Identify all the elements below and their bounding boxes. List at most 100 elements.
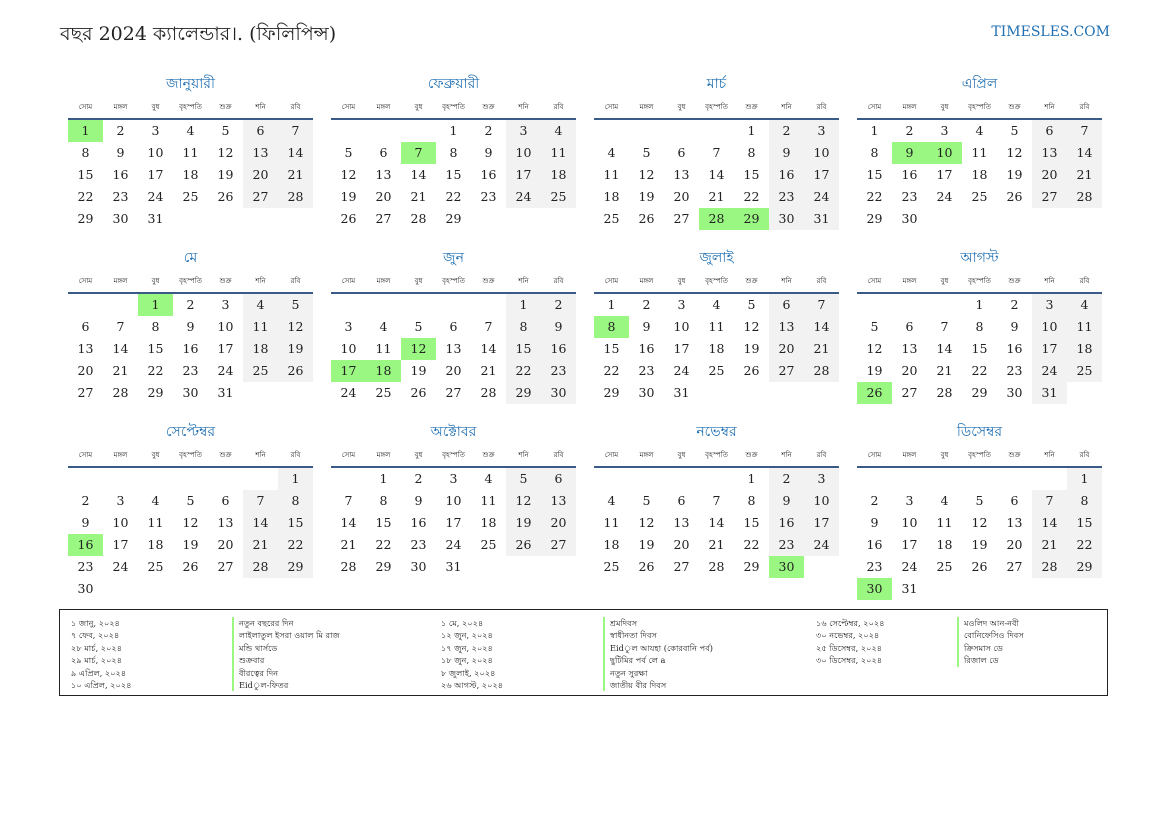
weekday-label: বৃহস্পতি xyxy=(442,277,465,285)
month-calendar: জানুয়ারী সোম মঙ্গল বুধ বৃহস্পতি শুক্র শনি রবি 1… xyxy=(68,72,313,238)
holiday-day-cell: 18 xyxy=(366,360,401,382)
day-cell: 19 xyxy=(638,189,655,204)
empty-cell xyxy=(857,468,892,490)
day-cell: 7 xyxy=(940,319,949,334)
empty-cell xyxy=(103,294,138,316)
day-cell: 29 xyxy=(743,559,760,574)
day-cell: 14 xyxy=(1067,142,1102,164)
weekday-label: সোম xyxy=(604,103,619,111)
day-cell: 11 xyxy=(182,145,199,160)
weekday-label: বৃহস্পতি xyxy=(705,103,728,111)
day-cell: 26 xyxy=(410,385,427,400)
day-cell: 13 xyxy=(243,142,278,164)
day-cell: 16 xyxy=(112,167,129,182)
day-cell: 26 xyxy=(217,189,234,204)
day-cell: 2 xyxy=(870,493,879,508)
day-cell: 1 xyxy=(607,297,616,312)
day-cell: 12 xyxy=(1006,145,1023,160)
day-cell: 16 xyxy=(1006,341,1023,356)
day-cell: 24 xyxy=(112,559,129,574)
day-cell: 5 xyxy=(344,145,353,160)
day-cell: 24 xyxy=(445,537,462,552)
day-cell: 7 xyxy=(804,294,839,316)
day-cell: 15 xyxy=(147,341,164,356)
weekday-label: শনি xyxy=(1044,277,1055,285)
day-cell: 21 xyxy=(340,537,357,552)
day-cell: 4 xyxy=(607,493,616,508)
day-cell: 16 xyxy=(182,341,199,356)
weekday-header: সোম মঙ্গল বুধ বৃহস্পতি শুক্র শনি রবি xyxy=(68,270,313,294)
weekday-label: রবি xyxy=(1079,103,1090,111)
day-cell: 28 xyxy=(243,556,278,578)
day-cell: 24 xyxy=(340,385,357,400)
day-cell: 14 xyxy=(1032,512,1067,534)
day-cell: 30 xyxy=(1006,385,1023,400)
day-cell: 2 xyxy=(769,468,804,490)
weekday-label: বুধ xyxy=(414,277,423,285)
day-cell: 18 xyxy=(936,537,953,552)
day-cell: 15 xyxy=(506,338,541,360)
weekday-header: সোম মঙ্গল বুধ বৃহস্পতি শুক্র শনি রবি xyxy=(857,444,1102,468)
day-cell: 22 xyxy=(743,537,760,552)
day-cell: 15 xyxy=(603,341,620,356)
day-cell: 23 xyxy=(77,559,94,574)
day-cell: 23 xyxy=(901,189,918,204)
month-name: ডিসেম্বর xyxy=(956,424,1003,440)
day-cell: 30 xyxy=(182,385,199,400)
weekday-label: শুক্র xyxy=(219,451,232,459)
day-cell: 25 xyxy=(603,559,620,574)
day-cell: 24 xyxy=(936,189,953,204)
day-cell: 24 xyxy=(217,363,234,378)
day-cell: 20 xyxy=(217,537,234,552)
day-cell: 28 xyxy=(112,385,129,400)
holiday-date: ২৯ মার্চ, ২০২৪ xyxy=(71,655,123,666)
weekday-label: শুক্র xyxy=(745,277,758,285)
empty-cell xyxy=(629,468,664,490)
day-cell: 27 xyxy=(769,360,804,382)
day-cell: 26 xyxy=(638,211,655,226)
holiday-name: Eidুল আযহা (কোরবানি পর্ব) xyxy=(610,642,713,653)
days-grid: 1 2 3 4 5 6 7 8 9 10 11 12 13 14 15 16 17 18 19 20 21 22 23 24 2… xyxy=(331,294,576,404)
day-cell: 20 xyxy=(77,363,94,378)
day-cell: 18 xyxy=(480,515,497,530)
day-cell: 23 xyxy=(1006,363,1023,378)
weekday-label: শুক্র xyxy=(219,103,232,111)
day-cell: 11 xyxy=(603,167,620,182)
day-cell: 16 xyxy=(901,167,918,182)
month-calendar: ফেব্রুয়ারী সোম মঙ্গল বুধ বৃহস্পতি শুক্র শনি রব… xyxy=(331,72,576,238)
day-cell: 19 xyxy=(340,189,357,204)
day-cell: 30 xyxy=(541,382,576,404)
day-cell: 3 xyxy=(940,123,949,138)
month-calendar: আগস্ট সোম মঙ্গল বুধ বৃহস্পতি শুক্র শনি রবি 1 2 3 4 5… xyxy=(857,246,1102,412)
day-cell: 31 xyxy=(804,208,839,230)
weekday-label: মঙ্গল xyxy=(113,277,128,285)
weekday-header: সোম মঙ্গল বুধ বৃহস্পতি শুক্র শনি রবি xyxy=(68,444,313,468)
days-grid: 1 2 3 4 5 6 7 8 9 10 11 12 13 14 15 16 17 18 19 20 21 22 23 24 2… xyxy=(331,468,576,578)
day-cell: 16 xyxy=(638,341,655,356)
day-cell: 3 xyxy=(449,471,458,486)
holiday-date: ১ জানু, ২০২৪ xyxy=(71,618,120,628)
holiday-day-cell: 10 xyxy=(927,142,962,164)
day-cell: 13 xyxy=(673,515,690,530)
day-cell: 23 xyxy=(638,363,655,378)
holiday-date: ১২ জুন, ২০২৪ xyxy=(441,630,493,641)
day-cell: 18 xyxy=(541,164,576,186)
day-cell: 24 xyxy=(804,534,839,556)
weekday-label: বুধ xyxy=(677,103,686,111)
holiday-date: ১০ এপ্রিল, ২০২৪ xyxy=(71,679,132,690)
holiday-date: ১৮ জুন, ২০২৪ xyxy=(441,655,493,666)
weekday-label: সোম xyxy=(78,103,93,111)
day-cell: 21 xyxy=(243,534,278,556)
day-cell: 8 xyxy=(379,493,388,508)
day-cell: 23 xyxy=(480,189,497,204)
month-name: আগস্ট xyxy=(960,250,999,266)
empty-cell xyxy=(997,468,1032,490)
empty-cell xyxy=(331,120,366,142)
day-cell: 4 xyxy=(607,145,616,160)
weekday-label: বৃহস্পতি xyxy=(705,277,728,285)
holiday-date: ৯ এপ্রিল, ২০২৪ xyxy=(71,667,127,678)
day-cell: 12 xyxy=(638,515,655,530)
site-link[interactable]: TIMESLES.COM xyxy=(991,24,1110,40)
day-cell: 29 xyxy=(866,211,883,226)
day-cell: 3 xyxy=(221,297,230,312)
